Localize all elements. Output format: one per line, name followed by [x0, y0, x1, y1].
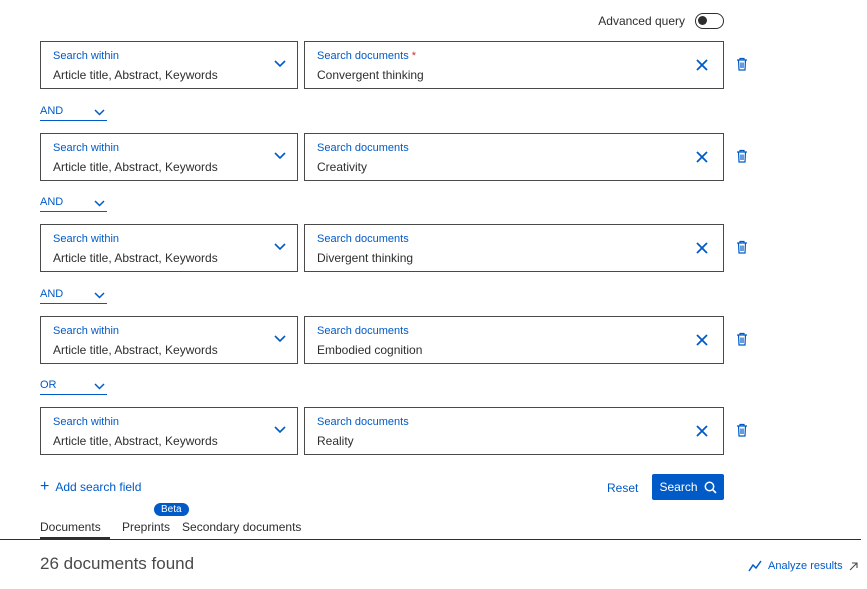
search-documents-label: Search documents [317, 325, 409, 337]
search-within-value: Article title, Abstract, Keywords [53, 160, 218, 174]
required-marker: * [411, 50, 417, 62]
search-within-select[interactable]: Search within Article title, Abstract, K… [40, 407, 298, 455]
add-search-field-button[interactable]: + Add search field [40, 478, 142, 495]
chevron-down-icon [94, 109, 105, 116]
boolean-operator-select[interactable]: AND [40, 286, 107, 304]
advanced-query-label: Advanced query [598, 14, 685, 28]
search-row: Search within Article title, Abstract, K… [40, 316, 760, 364]
search-button[interactable]: Search [652, 474, 724, 500]
search-documents-label: Search documents [317, 233, 409, 245]
close-icon[interactable] [696, 425, 708, 437]
search-documents-field[interactable]: Search documents Divergent thinking [304, 224, 724, 272]
tab-preprints[interactable]: Preprints [122, 520, 170, 540]
tab-documents[interactable]: Documents [40, 520, 110, 540]
close-icon[interactable] [696, 59, 708, 71]
search-button-label: Search [659, 480, 698, 494]
search-row: Search within Article title, Abstract, K… [40, 133, 760, 181]
search-within-select[interactable]: Search within Article title, Abstract, K… [40, 41, 298, 89]
external-link-icon [849, 561, 858, 570]
beta-badge: Beta [154, 503, 189, 516]
search-documents-value: Embodied cognition [317, 343, 423, 357]
chevron-down-icon [274, 60, 286, 68]
search-within-select[interactable]: Search within Article title, Abstract, K… [40, 133, 298, 181]
search-within-select[interactable]: Search within Article title, Abstract, K… [40, 316, 298, 364]
tab-secondary-documents[interactable]: Secondary documents [182, 520, 301, 540]
boolean-operator-select[interactable]: AND [40, 194, 107, 212]
advanced-query-toggle[interactable] [695, 13, 724, 29]
search-documents-field[interactable]: Search documents Creativity [304, 133, 724, 181]
analyze-results-link[interactable]: Analyze results [748, 560, 858, 572]
search-within-label: Search within [53, 416, 120, 428]
chevron-down-icon [274, 243, 286, 251]
search-within-label: Search within [53, 50, 120, 62]
search-row: Search within Article title, Abstract, K… [40, 41, 760, 89]
close-icon[interactable] [696, 151, 708, 163]
chevron-down-icon [274, 152, 286, 160]
search-icon [704, 481, 717, 494]
add-search-field-label: Add search field [55, 480, 142, 494]
boolean-operator-value: OR [40, 379, 57, 391]
chevron-down-icon [94, 292, 105, 299]
search-within-value: Article title, Abstract, Keywords [53, 251, 218, 265]
close-icon[interactable] [696, 334, 708, 346]
search-documents-label: Search documents [317, 50, 409, 62]
close-icon[interactable] [696, 242, 708, 254]
boolean-operator-select[interactable]: OR [40, 377, 107, 395]
search-within-label: Search within [53, 325, 120, 337]
search-documents-field[interactable]: Search documents Embodied cognition [304, 316, 724, 364]
search-documents-value: Convergent thinking [317, 68, 424, 82]
search-documents-value: Reality [317, 434, 354, 448]
results-tabs: Documents Preprints Secondary documents [40, 520, 301, 540]
search-documents-value: Creativity [317, 160, 368, 174]
search-documents-label: Search documents [317, 142, 409, 154]
chevron-down-icon [274, 335, 286, 343]
search-row: Search within Article title, Abstract, K… [40, 407, 760, 455]
search-documents-field[interactable]: Search documents Reality [304, 407, 724, 455]
search-documents-field[interactable]: Search documents * Convergent thinking [304, 41, 724, 89]
search-row: Search within Article title, Abstract, K… [40, 224, 760, 272]
trend-chart-icon [748, 560, 762, 572]
chevron-down-icon [274, 426, 286, 434]
boolean-operator-value: AND [40, 105, 64, 117]
search-within-value: Article title, Abstract, Keywords [53, 434, 218, 448]
trash-icon[interactable] [736, 240, 748, 254]
search-within-value: Article title, Abstract, Keywords [53, 343, 218, 357]
search-within-value: Article title, Abstract, Keywords [53, 68, 218, 82]
trash-icon[interactable] [736, 149, 748, 163]
results-count: 26 documents found [40, 554, 195, 573]
boolean-operator-select[interactable]: AND [40, 103, 107, 121]
reset-button[interactable]: Reset [607, 481, 638, 495]
boolean-operator-value: AND [40, 288, 64, 300]
search-documents-label: Search documents [317, 416, 409, 428]
tabs-divider [0, 539, 861, 540]
trash-icon[interactable] [736, 332, 748, 346]
trash-icon[interactable] [736, 423, 748, 437]
search-within-label: Search within [53, 233, 120, 245]
chevron-down-icon [94, 200, 105, 207]
trash-icon[interactable] [736, 57, 748, 71]
search-within-label: Search within [53, 142, 120, 154]
plus-icon: + [40, 478, 50, 495]
search-documents-label-wrap: Search documents * [317, 50, 416, 62]
analyze-results-label: Analyze results [768, 560, 843, 572]
advanced-query: Advanced query [598, 13, 724, 29]
boolean-operator-value: AND [40, 196, 64, 208]
search-documents-value: Divergent thinking [317, 251, 414, 265]
search-within-select[interactable]: Search within Article title, Abstract, K… [40, 224, 298, 272]
chevron-down-icon [94, 383, 105, 390]
